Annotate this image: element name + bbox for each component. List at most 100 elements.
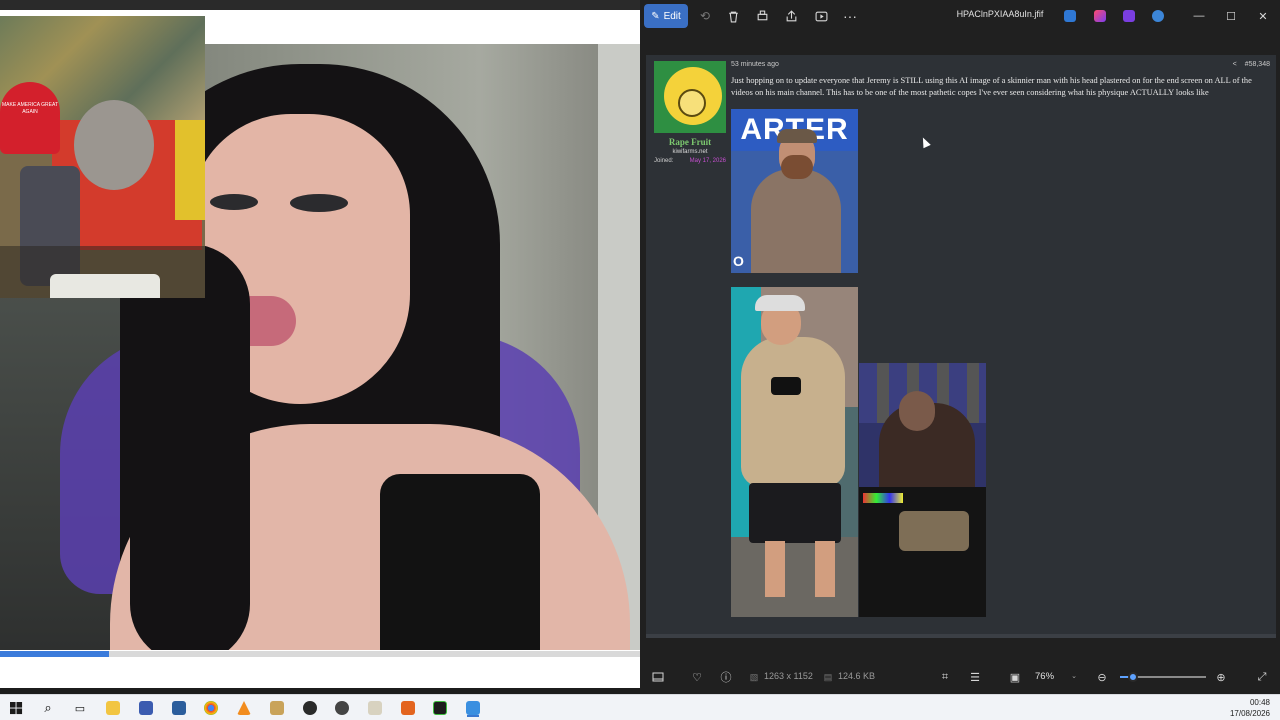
post-image-2 <box>731 287 858 617</box>
taskbar: ⌕ ▭ 00:48 17/08/2026 <box>0 694 1280 720</box>
chrome-icon[interactable] <box>202 699 220 717</box>
webcam-overlay: MAKE AMERICA GREAT AGAIN <box>0 16 205 298</box>
share-post-icon: < <box>1232 61 1237 68</box>
minimize-icon[interactable]: — <box>1188 6 1210 26</box>
print-icon[interactable] <box>751 5 773 27</box>
share-icon[interactable] <box>780 5 802 27</box>
image-size-icon: ▧ <box>749 671 759 682</box>
file-size-icon: ▤ <box>823 671 833 682</box>
designer-icon[interactable] <box>1094 10 1106 22</box>
task-view-icon[interactable]: ▭ <box>71 699 89 717</box>
filmstrip-icon[interactable] <box>650 669 666 685</box>
info-icon[interactable]: ⓘ <box>718 669 734 685</box>
image1-cap <box>777 129 817 143</box>
user-profile: Rape Fruit kiwifarms.net Joined: May 17,… <box>654 61 726 164</box>
clock-time: 00:48 <box>1249 698 1270 707</box>
image1-body <box>751 169 841 273</box>
app-icon-2[interactable] <box>268 699 286 717</box>
app-icon-5[interactable] <box>366 699 384 717</box>
image2-leg-right <box>815 541 835 597</box>
desktop: MAKE AMERICA GREAT AGAIN ✎ Edit ⟲ ··· HP… <box>0 0 1280 720</box>
image1-beard <box>781 155 813 179</box>
edit-button-label: Edit <box>663 10 681 22</box>
cam-fur-item <box>74 100 154 190</box>
app-icon-1[interactable] <box>137 699 155 717</box>
zoom-slider[interactable] <box>1120 672 1206 682</box>
app-icon-6[interactable] <box>399 699 417 717</box>
post-time: 53 minutes ago <box>731 61 779 68</box>
powershell-icon[interactable] <box>170 699 188 717</box>
username: Rape Fruit <box>668 137 712 147</box>
user-avatar <box>654 61 726 133</box>
vlc-icon[interactable] <box>235 699 253 717</box>
photos-app-window: ✎ Edit ⟲ ··· HPAClnPXIAA8uIn.jfif — ☐ ✕ … <box>640 0 1280 694</box>
file-explorer-icon[interactable] <box>104 699 122 717</box>
post-number: #58,348 <box>1244 61 1270 68</box>
delete-icon[interactable] <box>722 5 744 27</box>
post-text: Just hopping on to update everyone that … <box>731 76 1252 97</box>
terminal-icon[interactable] <box>431 699 449 717</box>
image3-table <box>859 487 986 617</box>
image2-torso <box>741 337 845 487</box>
cam-yellow-item <box>175 120 205 220</box>
image2-ground <box>731 537 858 617</box>
image2-glove <box>771 377 801 395</box>
image3-lights <box>863 493 903 503</box>
edit-icon: ✎ <box>651 10 660 22</box>
photoshop-express-icon[interactable] <box>1064 10 1076 22</box>
file-size: 124.6 KB <box>838 671 876 681</box>
avatar-face <box>678 89 706 117</box>
post-image-3 <box>859 363 986 617</box>
cam-hat-text: MAKE AMERICA GREAT AGAIN <box>1 102 59 115</box>
file-title: HPAClnPXIAA8uIn.jfif <box>956 9 1044 19</box>
photos-toolbar: ✎ Edit ⟲ ··· HPAClnPXIAA8uIn.jfif — ☐ ✕ <box>640 0 1280 32</box>
clock-date: 17/08/2026 <box>1229 709 1270 718</box>
favorite-heart-icon[interactable]: ♡ <box>689 669 705 685</box>
image3-shorts <box>899 511 969 551</box>
onedrive-icon[interactable] <box>1152 10 1164 22</box>
fit-screen-icon[interactable]: ▣ <box>1007 669 1023 685</box>
chevron-down-icon: ⌄ <box>1071 673 1077 680</box>
app-icon-3[interactable] <box>301 699 319 717</box>
system-clock[interactable]: 00:48 17/08/2026 <box>1230 697 1270 719</box>
fullscreen-icon[interactable]: ⤢ <box>1254 669 1270 685</box>
clipchamp-icon[interactable] <box>1123 10 1135 22</box>
joined-label: Joined: <box>654 158 674 164</box>
text-extract-icon[interactable]: ☰ <box>967 669 983 685</box>
search-icon[interactable]: ⌕ <box>39 699 57 717</box>
image2-leg-left <box>765 541 785 597</box>
photos-taskbar-icon[interactable] <box>464 699 482 717</box>
image3-head <box>899 391 935 431</box>
joined-date: May 17, 2026 <box>689 158 726 164</box>
post-image-1: ARTER O <box>731 109 858 273</box>
slideshow-icon[interactable] <box>810 5 832 27</box>
image2-shorts <box>749 483 841 543</box>
maximize-icon[interactable]: ☐ <box>1220 6 1242 26</box>
post-meta: < #58,348 <box>1233 61 1270 68</box>
image2-cap <box>755 295 805 311</box>
close-icon[interactable]: ✕ <box>1252 6 1274 26</box>
visual-search-icon[interactable]: ⌗ <box>937 669 953 685</box>
more-options-button[interactable]: ··· <box>839 5 861 27</box>
start-icon[interactable] <box>7 699 25 717</box>
zoom-out-icon[interactable]: ⊖ <box>1094 669 1110 685</box>
zoom-dropdown[interactable]: 76% ⌄ <box>1029 666 1083 686</box>
edit-button[interactable]: ✎ Edit <box>644 4 688 28</box>
video-window: MAKE AMERICA GREAT AGAIN <box>0 0 640 688</box>
video-eye-left <box>210 194 258 210</box>
image1-badge: O <box>733 253 744 269</box>
video-hair-front <box>130 244 250 650</box>
zoom-slider-thumb[interactable] <box>1127 672 1138 682</box>
app-icon-4[interactable] <box>333 699 351 717</box>
image-dimensions: 1263 x 1152 <box>764 671 813 681</box>
zoom-value: 76% <box>1035 670 1055 682</box>
video-eye-right <box>290 194 348 212</box>
rotate-icon[interactable]: ⟲ <box>694 5 716 27</box>
cam-red-hat: MAKE AMERICA GREAT AGAIN <box>0 82 60 154</box>
video-top-bar <box>0 0 640 10</box>
video-bottom-area <box>0 657 640 688</box>
joined-row: Joined: May 17, 2026 <box>654 158 726 164</box>
zoom-in-icon[interactable]: ⊕ <box>1213 669 1229 685</box>
image-canvas[interactable]: Rape Fruit kiwifarms.net Joined: May 17,… <box>646 55 1276 635</box>
active-indicator <box>467 715 479 717</box>
